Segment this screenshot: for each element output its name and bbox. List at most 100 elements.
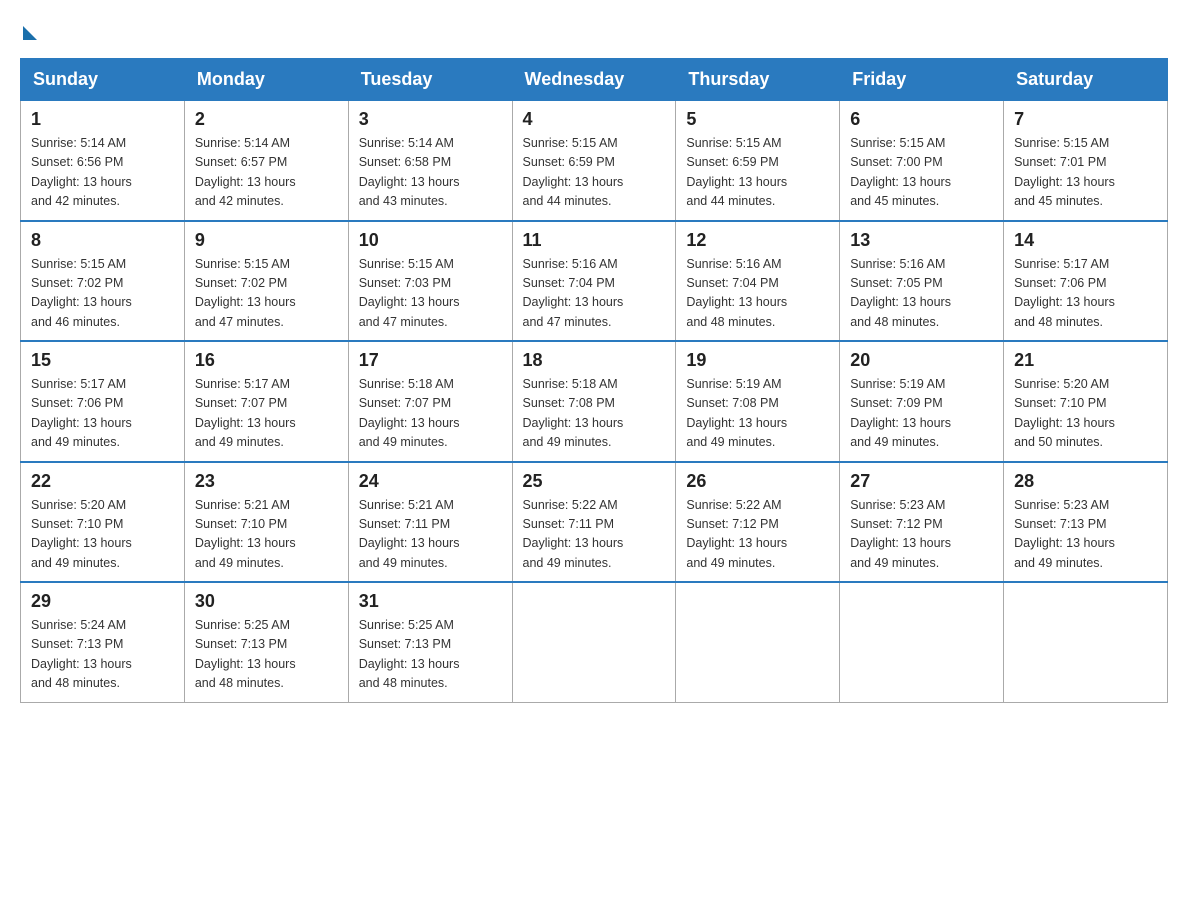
day-info: Sunrise: 5:14 AM Sunset: 6:56 PM Dayligh… — [31, 134, 174, 212]
day-number: 27 — [850, 471, 993, 492]
day-number: 26 — [686, 471, 829, 492]
calendar-week-row: 8 Sunrise: 5:15 AM Sunset: 7:02 PM Dayli… — [21, 221, 1168, 342]
day-number: 9 — [195, 230, 338, 251]
day-number: 5 — [686, 109, 829, 130]
day-info: Sunrise: 5:16 AM Sunset: 7:04 PM Dayligh… — [686, 255, 829, 333]
day-number: 1 — [31, 109, 174, 130]
day-number: 23 — [195, 471, 338, 492]
day-info: Sunrise: 5:20 AM Sunset: 7:10 PM Dayligh… — [31, 496, 174, 574]
day-number: 28 — [1014, 471, 1157, 492]
calendar-week-row: 1 Sunrise: 5:14 AM Sunset: 6:56 PM Dayli… — [21, 101, 1168, 221]
day-number: 30 — [195, 591, 338, 612]
day-number: 16 — [195, 350, 338, 371]
calendar-day-cell: 21 Sunrise: 5:20 AM Sunset: 7:10 PM Dayl… — [1004, 341, 1168, 462]
calendar-day-cell: 28 Sunrise: 5:23 AM Sunset: 7:13 PM Dayl… — [1004, 462, 1168, 583]
logo — [20, 20, 37, 40]
day-info: Sunrise: 5:14 AM Sunset: 6:58 PM Dayligh… — [359, 134, 502, 212]
day-info: Sunrise: 5:23 AM Sunset: 7:13 PM Dayligh… — [1014, 496, 1157, 574]
day-number: 14 — [1014, 230, 1157, 251]
day-info: Sunrise: 5:18 AM Sunset: 7:08 PM Dayligh… — [523, 375, 666, 453]
day-info: Sunrise: 5:16 AM Sunset: 7:05 PM Dayligh… — [850, 255, 993, 333]
calendar-day-cell: 9 Sunrise: 5:15 AM Sunset: 7:02 PM Dayli… — [184, 221, 348, 342]
day-info: Sunrise: 5:16 AM Sunset: 7:04 PM Dayligh… — [523, 255, 666, 333]
day-number: 29 — [31, 591, 174, 612]
day-number: 3 — [359, 109, 502, 130]
day-info: Sunrise: 5:25 AM Sunset: 7:13 PM Dayligh… — [359, 616, 502, 694]
calendar-day-cell: 16 Sunrise: 5:17 AM Sunset: 7:07 PM Dayl… — [184, 341, 348, 462]
day-of-week-header: Wednesday — [512, 59, 676, 101]
day-info: Sunrise: 5:21 AM Sunset: 7:10 PM Dayligh… — [195, 496, 338, 574]
day-info: Sunrise: 5:15 AM Sunset: 7:03 PM Dayligh… — [359, 255, 502, 333]
day-number: 31 — [359, 591, 502, 612]
day-number: 19 — [686, 350, 829, 371]
day-of-week-header: Friday — [840, 59, 1004, 101]
day-info: Sunrise: 5:19 AM Sunset: 7:08 PM Dayligh… — [686, 375, 829, 453]
day-number: 8 — [31, 230, 174, 251]
day-number: 20 — [850, 350, 993, 371]
calendar-day-cell: 29 Sunrise: 5:24 AM Sunset: 7:13 PM Dayl… — [21, 582, 185, 702]
day-number: 2 — [195, 109, 338, 130]
calendar-day-cell — [512, 582, 676, 702]
day-info: Sunrise: 5:17 AM Sunset: 7:06 PM Dayligh… — [1014, 255, 1157, 333]
day-info: Sunrise: 5:22 AM Sunset: 7:11 PM Dayligh… — [523, 496, 666, 574]
calendar-day-cell — [676, 582, 840, 702]
day-info: Sunrise: 5:23 AM Sunset: 7:12 PM Dayligh… — [850, 496, 993, 574]
day-info: Sunrise: 5:18 AM Sunset: 7:07 PM Dayligh… — [359, 375, 502, 453]
day-of-week-header: Saturday — [1004, 59, 1168, 101]
calendar-day-cell: 23 Sunrise: 5:21 AM Sunset: 7:10 PM Dayl… — [184, 462, 348, 583]
day-info: Sunrise: 5:20 AM Sunset: 7:10 PM Dayligh… — [1014, 375, 1157, 453]
calendar-day-cell: 26 Sunrise: 5:22 AM Sunset: 7:12 PM Dayl… — [676, 462, 840, 583]
logo-triangle-icon — [23, 26, 37, 40]
calendar-day-cell: 12 Sunrise: 5:16 AM Sunset: 7:04 PM Dayl… — [676, 221, 840, 342]
day-number: 7 — [1014, 109, 1157, 130]
calendar-day-cell — [1004, 582, 1168, 702]
calendar-day-cell: 24 Sunrise: 5:21 AM Sunset: 7:11 PM Dayl… — [348, 462, 512, 583]
day-number: 17 — [359, 350, 502, 371]
calendar-week-row: 15 Sunrise: 5:17 AM Sunset: 7:06 PM Dayl… — [21, 341, 1168, 462]
day-number: 18 — [523, 350, 666, 371]
day-number: 12 — [686, 230, 829, 251]
calendar-day-cell: 2 Sunrise: 5:14 AM Sunset: 6:57 PM Dayli… — [184, 101, 348, 221]
calendar-day-cell: 3 Sunrise: 5:14 AM Sunset: 6:58 PM Dayli… — [348, 101, 512, 221]
day-info: Sunrise: 5:15 AM Sunset: 7:02 PM Dayligh… — [195, 255, 338, 333]
calendar-week-row: 29 Sunrise: 5:24 AM Sunset: 7:13 PM Dayl… — [21, 582, 1168, 702]
calendar-table: SundayMondayTuesdayWednesdayThursdayFrid… — [20, 58, 1168, 703]
day-number: 21 — [1014, 350, 1157, 371]
day-number: 15 — [31, 350, 174, 371]
calendar-day-cell: 31 Sunrise: 5:25 AM Sunset: 7:13 PM Dayl… — [348, 582, 512, 702]
calendar-day-cell: 14 Sunrise: 5:17 AM Sunset: 7:06 PM Dayl… — [1004, 221, 1168, 342]
calendar-day-cell: 25 Sunrise: 5:22 AM Sunset: 7:11 PM Dayl… — [512, 462, 676, 583]
day-of-week-header: Sunday — [21, 59, 185, 101]
day-of-week-header: Tuesday — [348, 59, 512, 101]
day-number: 13 — [850, 230, 993, 251]
calendar-day-cell: 13 Sunrise: 5:16 AM Sunset: 7:05 PM Dayl… — [840, 221, 1004, 342]
day-info: Sunrise: 5:15 AM Sunset: 7:00 PM Dayligh… — [850, 134, 993, 212]
day-info: Sunrise: 5:25 AM Sunset: 7:13 PM Dayligh… — [195, 616, 338, 694]
day-info: Sunrise: 5:17 AM Sunset: 7:07 PM Dayligh… — [195, 375, 338, 453]
calendar-day-cell: 15 Sunrise: 5:17 AM Sunset: 7:06 PM Dayl… — [21, 341, 185, 462]
day-info: Sunrise: 5:14 AM Sunset: 6:57 PM Dayligh… — [195, 134, 338, 212]
calendar-day-cell: 18 Sunrise: 5:18 AM Sunset: 7:08 PM Dayl… — [512, 341, 676, 462]
day-info: Sunrise: 5:17 AM Sunset: 7:06 PM Dayligh… — [31, 375, 174, 453]
calendar-day-cell: 8 Sunrise: 5:15 AM Sunset: 7:02 PM Dayli… — [21, 221, 185, 342]
day-info: Sunrise: 5:15 AM Sunset: 7:02 PM Dayligh… — [31, 255, 174, 333]
calendar-day-cell: 11 Sunrise: 5:16 AM Sunset: 7:04 PM Dayl… — [512, 221, 676, 342]
calendar-day-cell: 6 Sunrise: 5:15 AM Sunset: 7:00 PM Dayli… — [840, 101, 1004, 221]
day-number: 11 — [523, 230, 666, 251]
day-info: Sunrise: 5:21 AM Sunset: 7:11 PM Dayligh… — [359, 496, 502, 574]
page-header — [20, 20, 1168, 40]
calendar-day-cell — [840, 582, 1004, 702]
calendar-day-cell: 19 Sunrise: 5:19 AM Sunset: 7:08 PM Dayl… — [676, 341, 840, 462]
day-number: 4 — [523, 109, 666, 130]
calendar-day-cell: 5 Sunrise: 5:15 AM Sunset: 6:59 PM Dayli… — [676, 101, 840, 221]
day-info: Sunrise: 5:15 AM Sunset: 7:01 PM Dayligh… — [1014, 134, 1157, 212]
calendar-day-cell: 20 Sunrise: 5:19 AM Sunset: 7:09 PM Dayl… — [840, 341, 1004, 462]
day-info: Sunrise: 5:24 AM Sunset: 7:13 PM Dayligh… — [31, 616, 174, 694]
day-info: Sunrise: 5:15 AM Sunset: 6:59 PM Dayligh… — [523, 134, 666, 212]
day-number: 24 — [359, 471, 502, 492]
calendar-day-cell: 30 Sunrise: 5:25 AM Sunset: 7:13 PM Dayl… — [184, 582, 348, 702]
day-info: Sunrise: 5:22 AM Sunset: 7:12 PM Dayligh… — [686, 496, 829, 574]
day-number: 22 — [31, 471, 174, 492]
calendar-day-cell: 1 Sunrise: 5:14 AM Sunset: 6:56 PM Dayli… — [21, 101, 185, 221]
calendar-header-row: SundayMondayTuesdayWednesdayThursdayFrid… — [21, 59, 1168, 101]
